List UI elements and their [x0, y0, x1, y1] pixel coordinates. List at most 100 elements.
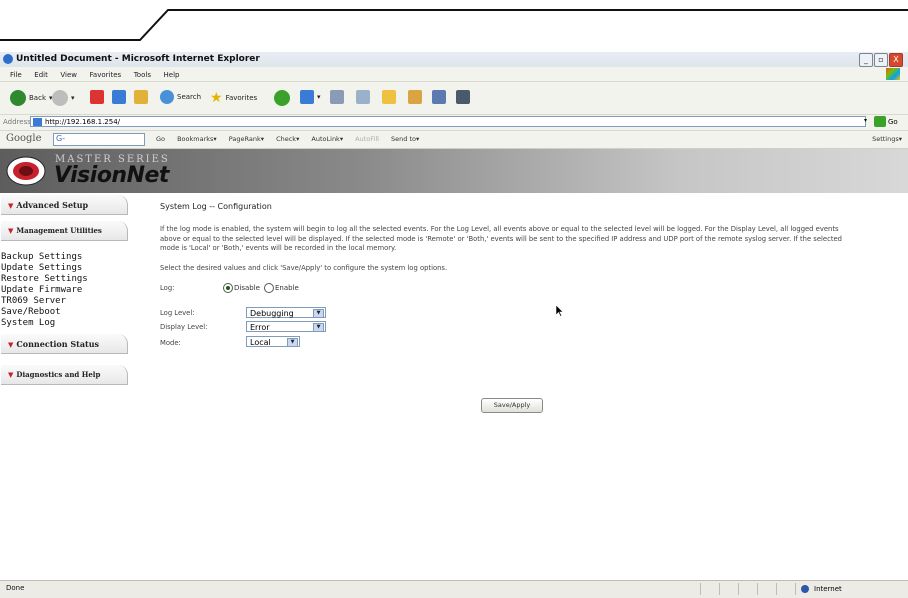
status-bar: Done Internet: [0, 580, 908, 598]
research-button[interactable]: [408, 90, 422, 104]
history-icon: [274, 90, 290, 106]
status-text: Done: [6, 584, 25, 592]
favorites-label: Favorites: [225, 94, 258, 102]
address-dropdown-icon[interactable]: ▾: [864, 117, 867, 124]
windows-logo-icon: [886, 68, 900, 80]
bookmarks-button[interactable]: Bookmarks▾: [177, 135, 217, 143]
save-apply-button[interactable]: Save/Apply: [481, 398, 543, 413]
mouse-cursor-icon: [556, 305, 564, 317]
globe-icon: [801, 585, 809, 593]
stop-button[interactable]: [90, 90, 104, 104]
log-level-label: Log Level:: [160, 309, 195, 317]
menu-bar: File Edit View Favorites Tools Help: [0, 67, 908, 82]
status-panels: [700, 583, 795, 595]
chevron-down-icon: ▼: [313, 309, 324, 318]
radio-selected-icon: [223, 283, 233, 293]
menu-edit[interactable]: Edit: [34, 71, 48, 79]
link-backup-settings[interactable]: Backup Settings: [1, 252, 82, 262]
log-disable-radio[interactable]: Disable: [223, 283, 260, 293]
media-button[interactable]: [456, 90, 470, 104]
messenger-icon: [432, 90, 446, 104]
menu-view[interactable]: View: [60, 71, 77, 79]
google-logo: Google: [6, 133, 42, 144]
mode-select[interactable]: Local ▼: [246, 336, 300, 347]
home-button[interactable]: [134, 90, 148, 104]
menu-file[interactable]: File: [10, 71, 22, 79]
google-settings-button[interactable]: Settings▾: [872, 135, 902, 143]
printer-icon: [330, 90, 344, 104]
document-header-decoration: [0, 0, 908, 50]
google-search-input[interactable]: G-: [53, 133, 145, 146]
minimize-button[interactable]: _: [859, 53, 873, 67]
display-level-label: Display Level:: [160, 323, 208, 331]
search-button[interactable]: Search: [160, 90, 201, 104]
mail-button[interactable]: ▾: [300, 90, 321, 104]
chevron-down-icon: ▾: [71, 94, 75, 102]
header-line-graphic: [0, 9, 908, 41]
menu-help[interactable]: Help: [164, 71, 180, 79]
log-level-value: Debugging: [250, 309, 294, 318]
router-banner: MASTER SERIES VisionNet: [0, 149, 908, 193]
refresh-button[interactable]: [112, 90, 126, 104]
link-update-settings[interactable]: Update Settings: [1, 263, 82, 273]
search-label: Search: [177, 93, 202, 101]
folder-button[interactable]: [382, 90, 396, 104]
nav-management-utilities[interactable]: ▼ Management Utilities: [1, 221, 128, 241]
display-level-select[interactable]: Error ▼: [246, 321, 326, 332]
link-tr069-server[interactable]: TR069 Server: [1, 296, 66, 306]
stop-icon: [90, 90, 104, 104]
zone-label: Internet: [814, 585, 842, 593]
nav-diagnostics-help[interactable]: ▼ Diagnostics and Help: [1, 365, 128, 385]
link-restore-settings[interactable]: Restore Settings: [1, 274, 88, 284]
autolink-button[interactable]: AutoLink▾: [311, 135, 343, 143]
ie-icon: [3, 54, 13, 64]
google-go-button[interactable]: Go: [156, 135, 165, 143]
edit-button[interactable]: [356, 90, 370, 104]
address-input[interactable]: http://192.168.1.254/: [30, 116, 866, 127]
forward-arrow-icon: [52, 90, 68, 106]
history-button[interactable]: [274, 90, 290, 106]
print-button[interactable]: [330, 90, 344, 104]
mail-icon: [300, 90, 314, 104]
chevron-down-icon: ▼: [287, 338, 298, 347]
back-button[interactable]: Back ▾: [10, 90, 53, 106]
go-button[interactable]: Go: [874, 116, 898, 127]
link-update-firmware[interactable]: Update Firmware: [1, 285, 82, 295]
nav-advanced-setup-label: Advanced Setup: [16, 200, 89, 210]
menu-favorites[interactable]: Favorites: [90, 71, 122, 79]
autofill-button[interactable]: AutoFill: [355, 135, 379, 143]
messenger-button[interactable]: [432, 90, 446, 104]
maximize-button[interactable]: ▫: [874, 53, 888, 67]
back-arrow-icon: [10, 90, 26, 106]
close-button[interactable]: X: [889, 53, 903, 67]
home-icon: [134, 90, 148, 104]
go-arrow-icon: [874, 116, 886, 127]
description-text: If the log mode is enabled, the system w…: [160, 225, 842, 252]
forward-button[interactable]: ▾: [52, 90, 75, 106]
window-titlebar: Untitled Document - Microsoft Internet E…: [0, 52, 908, 68]
research-icon: [408, 90, 422, 104]
triangle-down-icon: ▼: [8, 201, 14, 210]
search-icon: [160, 90, 174, 104]
link-save-reboot[interactable]: Save/Reboot: [1, 307, 61, 317]
log-level-select[interactable]: Debugging ▼: [246, 307, 326, 318]
log-disable-label: Disable: [234, 284, 260, 292]
nav-management-utilities-label: Management Utilities: [16, 226, 102, 235]
edit-icon: [356, 90, 370, 104]
menu-tools[interactable]: Tools: [134, 71, 151, 79]
log-enable-radio[interactable]: Enable: [264, 283, 299, 293]
log-label: Log:: [160, 284, 175, 292]
send-to-button[interactable]: Send to▾: [391, 135, 419, 143]
favorites-button[interactable]: ★ Favorites: [210, 90, 257, 106]
nav-connection-status-label: Connection Status: [16, 339, 100, 349]
nav-advanced-setup[interactable]: ▼ Advanced Setup: [1, 195, 128, 215]
radio-unselected-icon: [264, 283, 274, 293]
pagerank-button[interactable]: PageRank▾: [229, 135, 264, 143]
nav-connection-status[interactable]: ▼ Connection Status: [1, 334, 128, 354]
spellcheck-button[interactable]: Check▾: [276, 135, 299, 143]
visionnet-logo-icon: [6, 156, 46, 186]
mode-value: Local: [250, 338, 271, 347]
link-system-log[interactable]: System Log: [1, 318, 55, 328]
folder-icon: [382, 90, 396, 104]
refresh-icon: [112, 90, 126, 104]
